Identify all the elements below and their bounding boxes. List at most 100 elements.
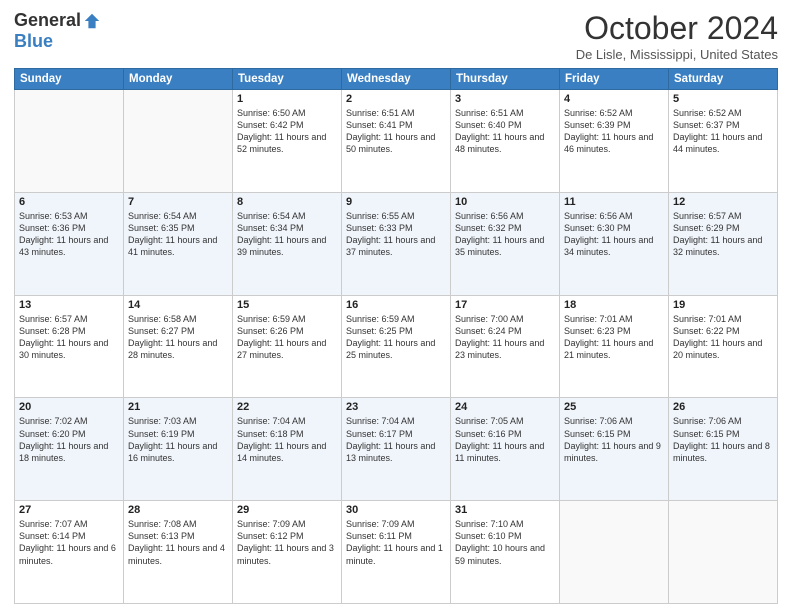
day-info: Sunrise: 7:05 AM Sunset: 6:16 PM Dayligh… [455,415,555,464]
day-cell: 29 Sunrise: 7:09 AM Sunset: 6:12 PM Dayli… [233,501,342,604]
day-info: Sunrise: 7:09 AM Sunset: 6:12 PM Dayligh… [237,518,337,567]
day-info: Sunrise: 6:59 AM Sunset: 6:25 PM Dayligh… [346,313,446,362]
day-cell: 10Sunrise: 6:56 AM Sunset: 6:32 PM Dayli… [451,192,560,295]
day-info: Sunrise: 6:54 AM Sunset: 6:35 PM Dayligh… [128,210,228,259]
day-number: 5 [673,93,773,105]
location: De Lisle, Mississippi, United States [576,47,778,62]
day-cell: 1 Sunrise: 6:50 AM Sunset: 6:42 PM Daylig… [233,90,342,193]
day-info: Sunrise: 7:03 AM Sunset: 6:19 PM Dayligh… [128,415,228,464]
day-cell: 3Sunrise: 6:51 AM Sunset: 6:40 PM Daylig… [451,90,560,193]
day-number: 1 [237,93,337,105]
day-cell: 22Sunrise: 7:04 AM Sunset: 6:18 PM Dayli… [233,398,342,501]
week-row-2: 6Sunrise: 6:53 AM Sunset: 6:36 PM Daylig… [15,192,778,295]
day-info: Sunrise: 7:04 AM Sunset: 6:17 PM Dayligh… [346,415,446,464]
day-number: 27 [19,504,119,516]
day-cell: 26 Sunrise: 7:06 AM Sunset: 6:15 PM Dayli… [669,398,778,501]
day-number: 15 [237,299,337,311]
day-cell: 20Sunrise: 7:02 AM Sunset: 6:20 PM Dayli… [15,398,124,501]
col-header-sunday: Sunday [15,69,124,90]
day-number: 16 [346,299,446,311]
logo: General Blue [14,10,101,52]
day-number: 8 [237,196,337,208]
day-info: Sunrise: 6:58 AM Sunset: 6:27 PM Dayligh… [128,313,228,362]
day-number: 31 [455,504,555,516]
day-cell: 6Sunrise: 6:53 AM Sunset: 6:36 PM Daylig… [15,192,124,295]
day-info: Sunrise: 6:53 AM Sunset: 6:36 PM Dayligh… [19,210,119,259]
day-info: Sunrise: 6:57 AM Sunset: 6:29 PM Dayligh… [673,210,773,259]
day-number: 24 [455,401,555,413]
day-number: 29 [237,504,337,516]
day-number: 25 [564,401,664,413]
day-cell: 31 Sunrise: 7:10 AM Sunset: 6:10 PM Dayli… [451,501,560,604]
day-number: 17 [455,299,555,311]
day-cell [124,90,233,193]
day-number: 30 [346,504,446,516]
day-cell: 12 Sunrise: 6:57 AM Sunset: 6:29 PM Dayli… [669,192,778,295]
day-cell: 28 Sunrise: 7:08 AM Sunset: 6:13 PM Dayli… [124,501,233,604]
header: General Blue October 2024 De Lisle, Miss… [14,10,778,62]
logo-blue-text: Blue [14,31,53,52]
day-cell: 14 Sunrise: 6:58 AM Sunset: 6:27 PM Dayli… [124,295,233,398]
day-number: 11 [564,196,664,208]
day-cell: 19Sunrise: 7:01 AM Sunset: 6:22 PM Dayli… [669,295,778,398]
day-number: 28 [128,504,228,516]
week-row-5: 27 Sunrise: 7:07 AM Sunset: 6:14 PM Dayli… [15,501,778,604]
day-number: 21 [128,401,228,413]
day-number: 4 [564,93,664,105]
day-number: 26 [673,401,773,413]
day-info: Sunrise: 7:07 AM Sunset: 6:14 PM Dayligh… [19,518,119,567]
day-cell: 5Sunrise: 6:52 AM Sunset: 6:37 PM Daylig… [669,90,778,193]
header-row: SundayMondayTuesdayWednesdayThursdayFrid… [15,69,778,90]
day-cell [15,90,124,193]
day-cell: 16 Sunrise: 6:59 AM Sunset: 6:25 PM Dayli… [342,295,451,398]
day-info: Sunrise: 6:59 AM Sunset: 6:26 PM Dayligh… [237,313,337,362]
day-info: Sunrise: 6:55 AM Sunset: 6:33 PM Dayligh… [346,210,446,259]
day-number: 10 [455,196,555,208]
day-cell: 2Sunrise: 6:51 AM Sunset: 6:41 PM Daylig… [342,90,451,193]
day-cell: 13Sunrise: 6:57 AM Sunset: 6:28 PM Dayli… [15,295,124,398]
day-cell: 18Sunrise: 7:01 AM Sunset: 6:23 PM Dayli… [560,295,669,398]
day-info: Sunrise: 6:52 AM Sunset: 6:39 PM Dayligh… [564,107,664,156]
day-cell: 21 Sunrise: 7:03 AM Sunset: 6:19 PM Dayli… [124,398,233,501]
day-cell: 25 Sunrise: 7:06 AM Sunset: 6:15 PM Dayli… [560,398,669,501]
week-row-1: 1 Sunrise: 6:50 AM Sunset: 6:42 PM Daylig… [15,90,778,193]
calendar: SundayMondayTuesdayWednesdayThursdayFrid… [14,68,778,604]
day-number: 13 [19,299,119,311]
day-number: 7 [128,196,228,208]
day-cell [669,501,778,604]
col-header-friday: Friday [560,69,669,90]
day-info: Sunrise: 7:06 AM Sunset: 6:15 PM Dayligh… [673,415,773,464]
day-cell: 9 Sunrise: 6:55 AM Sunset: 6:33 PM Daylig… [342,192,451,295]
col-header-tuesday: Tuesday [233,69,342,90]
day-info: Sunrise: 7:06 AM Sunset: 6:15 PM Dayligh… [564,415,664,464]
day-info: Sunrise: 6:51 AM Sunset: 6:40 PM Dayligh… [455,107,555,156]
day-number: 14 [128,299,228,311]
day-cell [560,501,669,604]
day-number: 9 [346,196,446,208]
day-cell: 7 Sunrise: 6:54 AM Sunset: 6:35 PM Daylig… [124,192,233,295]
day-cell: 24 Sunrise: 7:05 AM Sunset: 6:16 PM Dayli… [451,398,560,501]
day-number: 12 [673,196,773,208]
day-cell: 15 Sunrise: 6:59 AM Sunset: 6:26 PM Dayli… [233,295,342,398]
page: General Blue October 2024 De Lisle, Miss… [0,0,792,612]
day-cell: 8 Sunrise: 6:54 AM Sunset: 6:34 PM Daylig… [233,192,342,295]
day-info: Sunrise: 7:09 AM Sunset: 6:11 PM Dayligh… [346,518,446,567]
day-info: Sunrise: 7:00 AM Sunset: 6:24 PM Dayligh… [455,313,555,362]
day-info: Sunrise: 6:50 AM Sunset: 6:42 PM Dayligh… [237,107,337,156]
col-header-monday: Monday [124,69,233,90]
day-number: 22 [237,401,337,413]
day-info: Sunrise: 7:10 AM Sunset: 6:10 PM Dayligh… [455,518,555,567]
day-info: Sunrise: 7:08 AM Sunset: 6:13 PM Dayligh… [128,518,228,567]
day-cell: 23 Sunrise: 7:04 AM Sunset: 6:17 PM Dayli… [342,398,451,501]
day-info: Sunrise: 7:02 AM Sunset: 6:20 PM Dayligh… [19,415,119,464]
day-cell: 30 Sunrise: 7:09 AM Sunset: 6:11 PM Dayli… [342,501,451,604]
logo-icon [83,12,101,30]
col-header-saturday: Saturday [669,69,778,90]
day-info: Sunrise: 6:56 AM Sunset: 6:30 PM Dayligh… [564,210,664,259]
day-info: Sunrise: 6:54 AM Sunset: 6:34 PM Dayligh… [237,210,337,259]
day-cell: 4 Sunrise: 6:52 AM Sunset: 6:39 PM Daylig… [560,90,669,193]
day-info: Sunrise: 6:51 AM Sunset: 6:41 PM Dayligh… [346,107,446,156]
day-number: 23 [346,401,446,413]
day-cell: 17 Sunrise: 7:00 AM Sunset: 6:24 PM Dayli… [451,295,560,398]
day-info: Sunrise: 7:01 AM Sunset: 6:22 PM Dayligh… [673,313,773,362]
